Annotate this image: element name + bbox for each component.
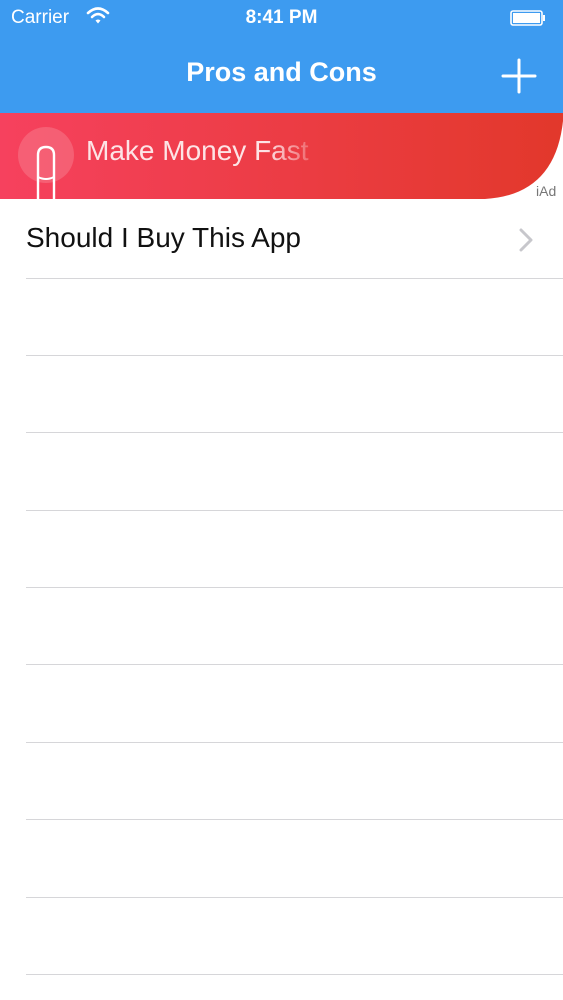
empty-row	[26, 742, 563, 820]
iad-label: iAd	[536, 183, 557, 199]
ad-banner[interactable]: Make Money Fast iAd	[0, 113, 563, 201]
empty-row	[26, 433, 563, 511]
empty-row	[26, 278, 563, 356]
page-title: Pros and Cons	[186, 57, 377, 87]
empty-row	[26, 665, 563, 743]
tap-finger-icon	[18, 127, 74, 201]
empty-row	[26, 355, 563, 433]
empty-row	[26, 820, 563, 898]
plus-icon	[501, 58, 537, 94]
row-title: Should I Buy This App	[26, 222, 301, 253]
status-bar: Carrier 8:41 PM	[0, 0, 563, 36]
empty-row	[26, 510, 563, 588]
battery-icon	[510, 10, 545, 26]
empty-row	[26, 897, 563, 975]
ad-text: Make Money Fast	[86, 135, 309, 166]
chevron-right-icon	[519, 228, 533, 252]
navigation-bar: Pros and Cons	[0, 36, 563, 114]
clock: 8:41 PM	[245, 7, 318, 28]
add-button[interactable]	[500, 57, 538, 95]
table-row[interactable]: Should I Buy This App	[26, 201, 563, 279]
empty-row	[26, 587, 563, 665]
